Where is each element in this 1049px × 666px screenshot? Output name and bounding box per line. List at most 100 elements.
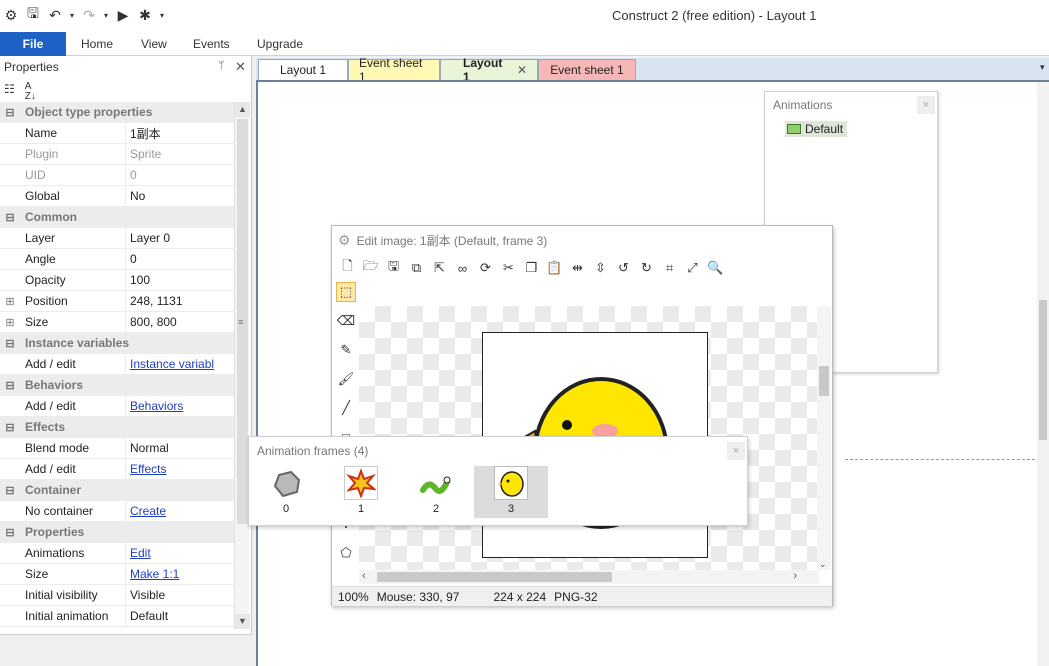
property-value[interactable]: Effects: [125, 459, 234, 479]
collapse-icon[interactable]: ⊟: [0, 337, 20, 350]
property-value[interactable]: Normal: [125, 438, 234, 458]
ribbon-tab-home[interactable]: Home: [81, 37, 113, 51]
property-category[interactable]: ⊟ Object type properties: [0, 102, 234, 123]
scroll-down-icon[interactable]: ▼: [235, 614, 250, 629]
image-hscroll[interactable]: ‹ ›: [359, 570, 819, 584]
image-vscroll[interactable]: ⌄: [817, 306, 831, 570]
open-icon[interactable]: 🗁: [361, 258, 380, 278]
paste-icon[interactable]: 📋: [545, 259, 564, 278]
tab-event-sheet-1[interactable]: Event sheet 1: [348, 56, 440, 84]
rotate-cw-icon[interactable]: ↻: [637, 259, 656, 278]
expand-icon[interactable]: ⊞: [0, 295, 20, 308]
collapse-icon[interactable]: ⊟: [0, 526, 20, 539]
ribbon-tab-view[interactable]: View: [141, 37, 167, 51]
property-category[interactable]: ⊟ Effects: [0, 417, 234, 438]
property-link[interactable]: Effects: [130, 462, 166, 476]
frame-3[interactable]: 3: [474, 466, 548, 518]
animation-item-default[interactable]: Default: [785, 121, 848, 137]
collapse-icon[interactable]: ⊟: [0, 379, 20, 392]
close-tab-icon[interactable]: ✕: [517, 63, 527, 77]
new-icon[interactable]: 🗋: [338, 258, 357, 278]
export-icon[interactable]: ⇱: [430, 259, 449, 278]
pin-icon[interactable]: ᛘ: [218, 60, 225, 72]
property-row[interactable]: Global No: [0, 186, 234, 207]
property-category[interactable]: ⊟ Instance variables: [0, 333, 234, 354]
run-icon[interactable]: ▶: [114, 6, 132, 24]
save-icon[interactable]: 🖫: [24, 5, 42, 24]
save-all-icon[interactable]: ⧉: [407, 259, 426, 278]
property-row[interactable]: Animations Edit: [0, 543, 234, 564]
property-row[interactable]: Name 1副本: [0, 123, 234, 144]
tab-event-sheet-1-red[interactable]: Event sheet 1: [538, 59, 636, 80]
scroll-thumb[interactable]: [377, 572, 612, 582]
property-row[interactable]: Layer Layer 0: [0, 228, 234, 249]
zoom-in-icon[interactable]: 🔍: [706, 259, 725, 278]
property-value[interactable]: 0: [125, 165, 234, 185]
collapse-icon[interactable]: ⊟: [0, 484, 20, 497]
property-value[interactable]: No: [125, 186, 234, 206]
ribbon-tab-events[interactable]: Events: [193, 37, 230, 51]
property-row[interactable]: ⊞ Size 800, 800: [0, 312, 234, 333]
ribbon-tab-upgrade[interactable]: Upgrade: [257, 37, 303, 51]
property-row[interactable]: Blend mode Normal: [0, 438, 234, 459]
canvas-scroll-thumb[interactable]: [1039, 300, 1047, 440]
tab-layout-1[interactable]: Layout 1: [258, 59, 348, 80]
close-icon[interactable]: ✕: [235, 59, 246, 75]
property-category[interactable]: ⊟ Behaviors: [0, 375, 234, 396]
property-value[interactable]: Make 1:1: [125, 564, 234, 584]
tab-list-icon[interactable]: ▾: [1040, 62, 1045, 73]
property-category[interactable]: ⊟ Common: [0, 207, 234, 228]
scroll-left-icon[interactable]: ‹: [362, 570, 366, 582]
tab-layout-1-active[interactable]: Layout 1 ✕: [440, 56, 538, 84]
property-category[interactable]: ⊟ Properties: [0, 522, 234, 543]
property-value[interactable]: Edit: [125, 543, 234, 563]
property-value[interactable]: Create: [125, 501, 234, 521]
property-link[interactable]: Edit: [130, 546, 151, 560]
property-value[interactable]: Default: [125, 606, 234, 626]
property-link[interactable]: Behaviors: [130, 399, 183, 413]
scroll-down-icon[interactable]: ⌄: [819, 559, 827, 570]
rectangle-select-icon[interactable]: ⬚: [336, 282, 356, 302]
crop-icon[interactable]: ⌗: [660, 259, 679, 278]
property-category[interactable]: ⊟ Container: [0, 480, 234, 501]
polygon-icon[interactable]: ⬠: [336, 543, 356, 563]
pencil-icon[interactable]: ✎: [336, 340, 356, 360]
property-row[interactable]: Initial animation Default: [0, 606, 234, 627]
flip-vertical-icon[interactable]: ⇳: [591, 259, 610, 278]
scroll-up-icon[interactable]: ▲: [235, 102, 250, 117]
property-row[interactable]: No container Create: [0, 501, 234, 522]
link-icon[interactable]: ∞: [453, 259, 472, 278]
frame-0[interactable]: 0: [249, 466, 323, 518]
close-icon[interactable]: ×: [917, 96, 935, 114]
property-row[interactable]: Opacity 100: [0, 270, 234, 291]
property-row[interactable]: Add / edit Effects: [0, 459, 234, 480]
frame-1[interactable]: 1: [324, 466, 398, 518]
debug-icon[interactable]: ✱: [136, 6, 154, 24]
alphabetical-icon[interactable]: A Z↓: [25, 82, 36, 102]
property-value[interactable]: Instance variabl: [125, 354, 234, 374]
scroll-right-icon[interactable]: ›: [793, 570, 797, 582]
property-value[interactable]: 0: [125, 249, 234, 269]
eraser-icon[interactable]: ⌫: [336, 311, 356, 331]
property-link[interactable]: Instance variabl: [130, 357, 214, 371]
property-value[interactable]: 1副本: [125, 123, 234, 143]
brush-icon[interactable]: 🖌: [336, 369, 356, 389]
line-icon[interactable]: ╱: [336, 398, 356, 418]
dropdown-icon[interactable]: ▾: [68, 6, 76, 24]
collapse-icon[interactable]: ⊟: [0, 211, 20, 224]
redo-icon[interactable]: ↷: [80, 6, 98, 24]
refresh-icon[interactable]: ⟳: [476, 259, 495, 278]
save-icon[interactable]: 🖫: [384, 258, 403, 278]
undo-icon[interactable]: ↶: [46, 6, 64, 24]
customize-icon[interactable]: ▾: [158, 6, 166, 24]
flip-horizontal-icon[interactable]: ⇹: [568, 259, 587, 278]
property-row[interactable]: UID 0: [0, 165, 234, 186]
property-link[interactable]: Create: [130, 504, 166, 518]
app-menu-icon[interactable]: ⚙: [2, 6, 20, 24]
property-row[interactable]: Add / edit Behaviors: [0, 396, 234, 417]
resize-icon[interactable]: ⤢: [683, 259, 702, 278]
properties-scrollbar[interactable]: ▲ ≡ ▼: [234, 102, 250, 629]
property-value[interactable]: 100: [125, 270, 234, 290]
copy-icon[interactable]: ❐: [522, 259, 541, 278]
property-row[interactable]: ⊞ Position 248, 1131: [0, 291, 234, 312]
